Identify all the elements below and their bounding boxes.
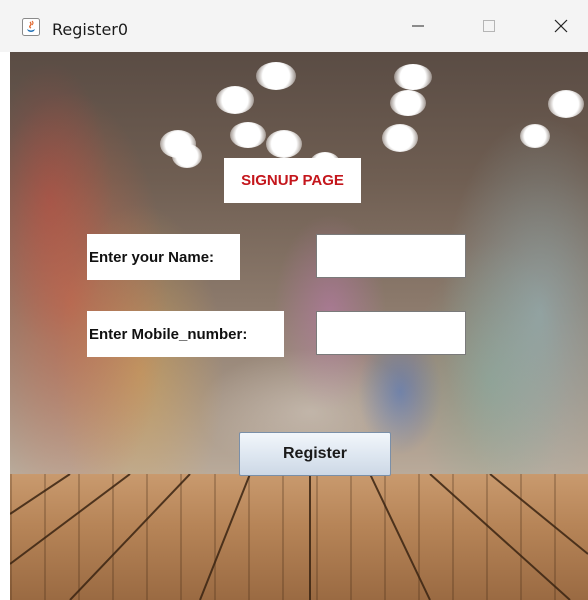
ceiling-light [230, 122, 266, 148]
signup-page-heading: SIGNUP PAGE [224, 158, 361, 203]
ceiling-light [172, 144, 202, 168]
maximize-button[interactable] [466, 6, 512, 46]
minimize-icon [412, 25, 424, 27]
java-app-icon [22, 18, 40, 36]
minimize-button[interactable] [395, 6, 441, 46]
register-button[interactable]: Register [239, 432, 391, 476]
ceiling-light [390, 90, 426, 116]
wooden-floor-image [10, 474, 588, 600]
ceiling-light [256, 62, 296, 90]
window-title: Register0 [52, 20, 129, 39]
maximize-icon [483, 20, 495, 32]
ceiling-light [520, 124, 550, 148]
title-bar[interactable]: Register0 [0, 0, 588, 52]
ceiling-light [266, 130, 302, 158]
register-window: Register0 SIGNUP PAGE Enter your Name: E… [0, 0, 588, 600]
mobile-number-label: Enter Mobile_number: [87, 311, 284, 357]
ceiling-light [548, 90, 584, 118]
ceiling-light [216, 86, 254, 114]
mobile-number-input[interactable] [316, 311, 466, 355]
ceiling-light [394, 64, 432, 90]
name-input[interactable] [316, 234, 466, 278]
ceiling-light [382, 124, 418, 152]
floor-planks [10, 474, 588, 600]
form-panel: SIGNUP PAGE Enter your Name: Enter Mobil… [10, 52, 588, 600]
close-icon [554, 19, 568, 33]
close-button[interactable] [538, 6, 584, 46]
name-label: Enter your Name: [87, 234, 240, 280]
